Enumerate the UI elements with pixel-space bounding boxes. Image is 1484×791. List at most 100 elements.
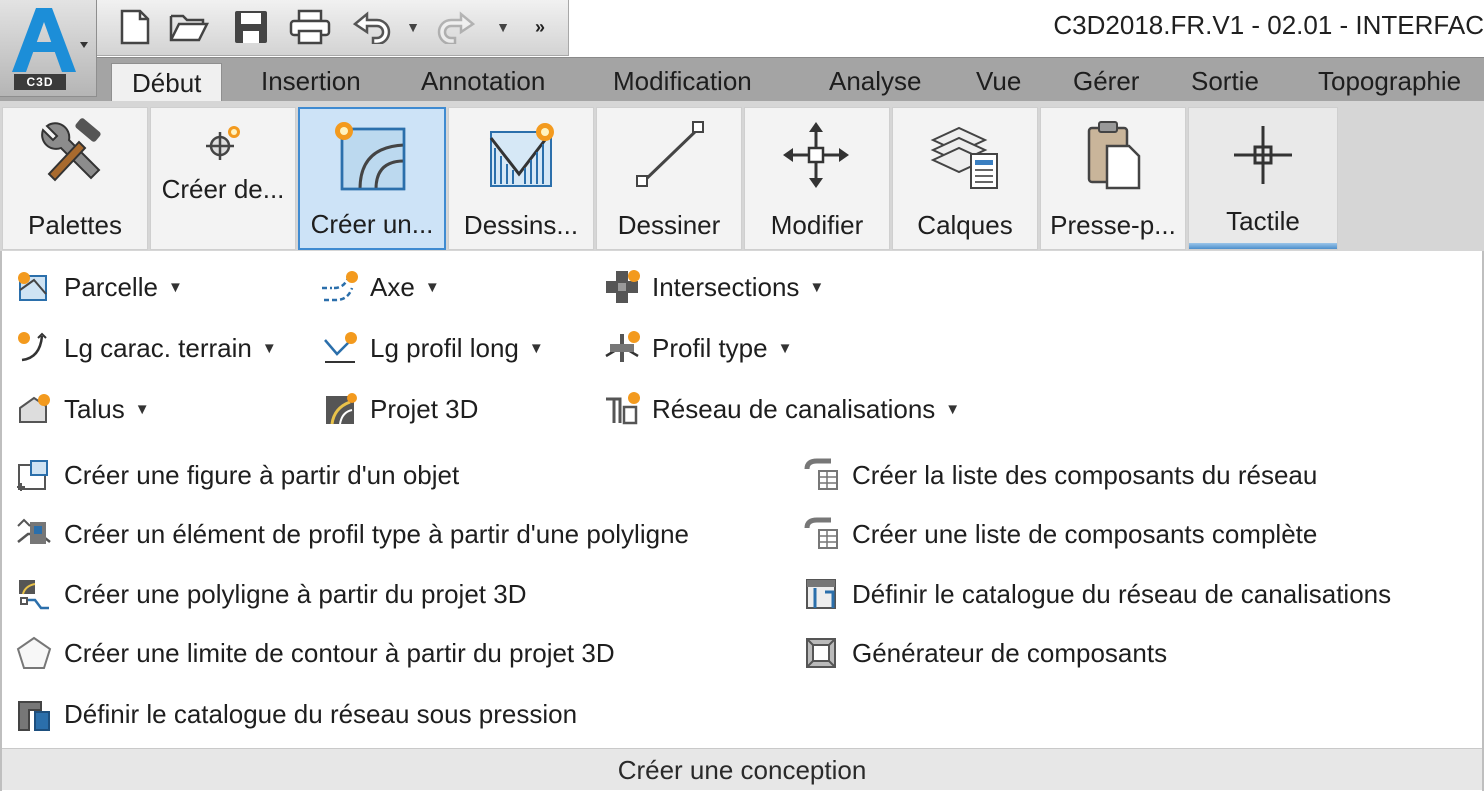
open-folder-icon[interactable] xyxy=(167,8,211,46)
pipe-network-label: Réseau de canalisations xyxy=(652,393,936,424)
part-builder-button[interactable]: Générateur de composants xyxy=(802,633,1167,673)
tab-annotation[interactable]: Annotation xyxy=(421,58,545,101)
modify-label: Modifier xyxy=(770,210,864,240)
app-badge: C3D xyxy=(14,74,66,90)
application-menu-button[interactable]: C3D xyxy=(0,0,97,97)
create-network-parts-list-button[interactable]: Créer la liste des composants du réseau xyxy=(802,455,1317,495)
layers-icon xyxy=(930,126,998,189)
create-ground-data-label: Créer de... xyxy=(161,174,285,204)
assembly-menu[interactable]: Profil type ▼ xyxy=(602,328,792,368)
more-icon[interactable]: » xyxy=(527,8,553,46)
create-design-icon xyxy=(335,122,406,191)
pipe-network-menu[interactable]: Réseau de canalisations ▼ xyxy=(602,389,960,429)
touch-active-indicator xyxy=(1189,243,1337,249)
crosshair-star-icon xyxy=(206,126,240,160)
corridor-label: Projet 3D xyxy=(370,393,479,424)
chevron-down-icon: ▼ xyxy=(777,339,793,357)
layers-button[interactable]: Calques xyxy=(892,107,1038,250)
tab-insertion[interactable]: Insertion xyxy=(261,58,361,101)
save-icon[interactable] xyxy=(231,8,271,46)
create-boundary-from-corridor-label: Créer une limite de contour à partir du … xyxy=(64,637,615,668)
quick-access-toolbar: ▼ ▼ » xyxy=(97,0,569,56)
create-subassembly-from-polyline-button[interactable]: Créer un élément de profil type à partir… xyxy=(14,514,689,554)
redo-dropdown-icon[interactable]: ▼ xyxy=(493,8,513,46)
window-title: C3D2018.FR.V1 - 02.01 - INTERFAC xyxy=(1053,10,1484,40)
draw-label: Dessiner xyxy=(617,210,721,240)
create-design-label: Créer un... xyxy=(310,209,434,239)
create-design-panel: Parcelle ▼ Axe ▼ Intersections ▼ Lg cara… xyxy=(0,251,1484,791)
assembly-icon xyxy=(602,330,642,366)
create-full-parts-list-button[interactable]: Créer une liste de composants complète xyxy=(802,514,1317,554)
redo-icon[interactable] xyxy=(433,8,479,46)
tab-topographie[interactable]: Topographie xyxy=(1318,58,1461,101)
tab-gerer[interactable]: Gérer xyxy=(1073,58,1139,101)
profile-view-drawings-label: Dessins... xyxy=(463,210,579,240)
create-ground-data-button[interactable]: Créer de... xyxy=(150,107,296,250)
alignment-menu[interactable]: Axe ▼ xyxy=(320,267,440,307)
profile-view-drawings-button[interactable]: Dessins... xyxy=(448,107,594,250)
layers-label: Calques xyxy=(917,210,1013,240)
intersections-menu[interactable]: Intersections ▼ xyxy=(602,267,824,307)
tab-analyse[interactable]: Analyse xyxy=(829,58,922,101)
modify-button[interactable]: Modifier xyxy=(744,107,890,250)
create-design-button[interactable]: Créer un... xyxy=(298,107,446,250)
new-file-icon[interactable] xyxy=(115,8,155,46)
draw-button[interactable]: Dessiner xyxy=(596,107,742,250)
touch-button[interactable]: Tactile xyxy=(1188,107,1338,250)
chevron-down-icon: ▼ xyxy=(167,278,183,296)
grading-icon xyxy=(14,391,54,427)
feature-line-label: Lg carac. terrain xyxy=(64,332,252,363)
tab-sortie[interactable]: Sortie xyxy=(1191,58,1259,101)
feature-line-menu[interactable]: Lg carac. terrain ▼ xyxy=(14,328,277,368)
figure-from-object-icon xyxy=(14,457,54,493)
tab-vue[interactable]: Vue xyxy=(976,58,1021,101)
parcel-menu[interactable]: Parcelle ▼ xyxy=(14,267,183,307)
intersections-label: Intersections xyxy=(652,271,800,302)
create-figure-from-object-button[interactable]: Créer une figure à partir d'un objet xyxy=(14,455,459,495)
ribbon-large-buttons: Palettes Créer de... Créer un... Dessins… xyxy=(0,101,1484,251)
feature-line-icon xyxy=(14,330,54,366)
chevron-down-icon: ▼ xyxy=(261,339,277,357)
intersection-icon xyxy=(602,269,642,305)
tab-modification[interactable]: Modification xyxy=(613,58,752,101)
profile-icon xyxy=(320,330,360,366)
tab-debut[interactable]: Début xyxy=(111,63,223,103)
autocad-a-logo-icon xyxy=(12,8,88,72)
create-polyline-from-corridor-button[interactable]: Créer une polyligne à partir du projet 3… xyxy=(14,574,526,614)
part-builder-label: Générateur de composants xyxy=(852,637,1168,668)
panel-title[interactable]: Créer une conception xyxy=(2,748,1482,790)
create-subassembly-from-polyline-label: Créer un élément de profil type à partir… xyxy=(64,518,689,549)
chevron-down-icon: ▼ xyxy=(945,400,961,418)
set-pressure-catalog-label: Définir le catalogue du réseau sous pres… xyxy=(64,698,578,729)
palettes-button[interactable]: Palettes xyxy=(2,107,148,250)
set-pressure-catalog-button[interactable]: Définir le catalogue du réseau sous pres… xyxy=(14,694,577,734)
create-figure-from-object-label: Créer une figure à partir d'un objet xyxy=(64,459,460,490)
alignment-icon xyxy=(320,269,360,305)
touch-crosshair-icon xyxy=(1234,126,1292,184)
part-builder-icon xyxy=(802,635,842,671)
subassembly-from-polyline-icon xyxy=(14,516,54,552)
palettes-label: Palettes xyxy=(28,210,122,240)
print-icon[interactable] xyxy=(287,8,333,46)
corridor-button[interactable]: Projet 3D xyxy=(320,389,478,429)
parts-list-icon xyxy=(802,457,842,493)
create-network-parts-list-label: Créer la liste des composants du réseau xyxy=(852,459,1318,490)
create-boundary-from-corridor-button[interactable]: Créer une limite de contour à partir du … xyxy=(14,633,615,673)
clipboard-icon xyxy=(1087,121,1141,190)
clipboard-button[interactable]: Presse-p... xyxy=(1040,107,1186,250)
corridor-icon xyxy=(320,391,360,427)
profile-menu[interactable]: Lg profil long ▼ xyxy=(320,328,544,368)
pipe-network-icon xyxy=(602,391,642,427)
profile-label: Lg profil long xyxy=(370,332,519,363)
grading-menu[interactable]: Talus ▼ xyxy=(14,389,150,429)
create-polyline-from-corridor-label: Créer une polyligne à partir du projet 3… xyxy=(64,578,527,609)
profile-view-icon xyxy=(489,123,554,187)
undo-dropdown-icon[interactable]: ▼ xyxy=(403,8,423,46)
pressure-catalog-icon xyxy=(14,696,54,732)
set-pipe-network-catalog-button[interactable]: Définir le catalogue du réseau de canali… xyxy=(802,574,1391,614)
touch-label: Tactile xyxy=(1226,206,1300,236)
grading-label: Talus xyxy=(64,393,125,424)
undo-icon[interactable] xyxy=(349,8,395,46)
chevron-down-icon: ▼ xyxy=(528,339,544,357)
set-pipe-network-catalog-label: Définir le catalogue du réseau de canali… xyxy=(852,578,1392,609)
